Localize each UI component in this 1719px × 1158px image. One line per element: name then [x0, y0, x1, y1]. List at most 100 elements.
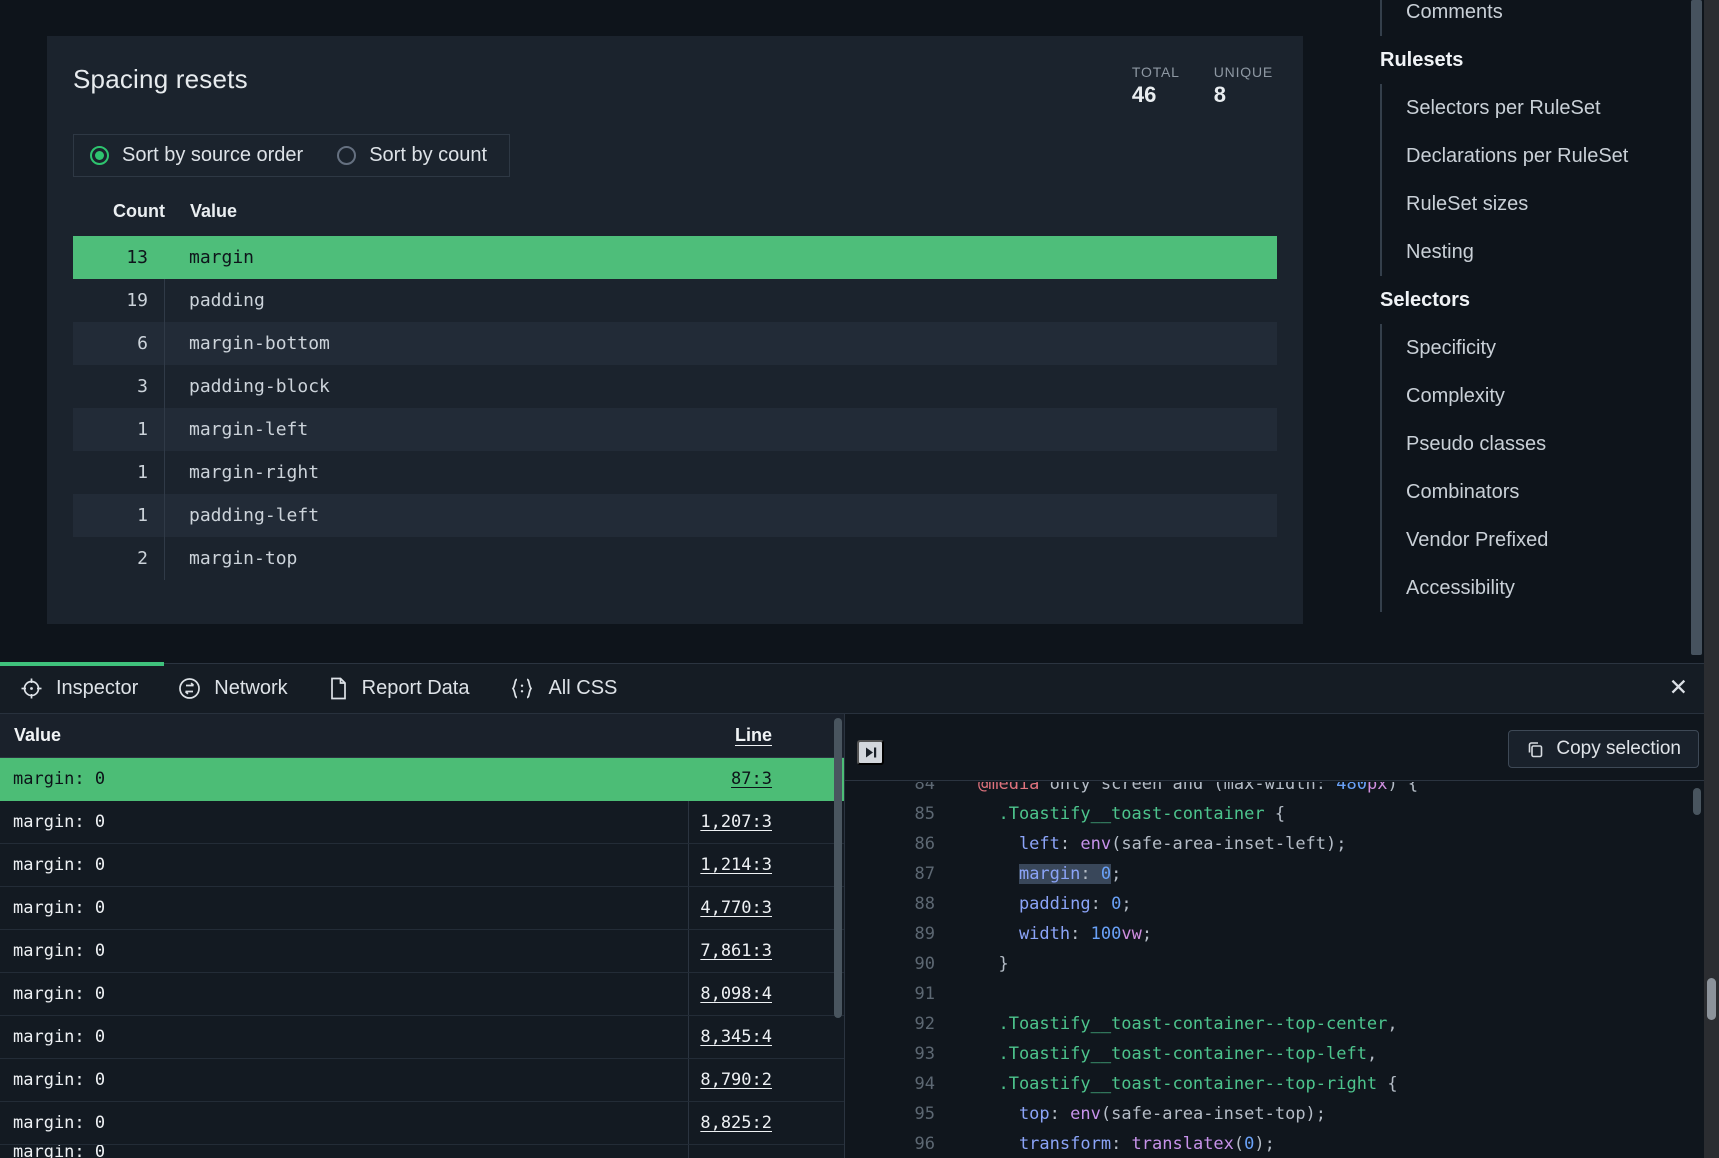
line-link[interactable]: 8,825:2 [700, 1113, 772, 1133]
declaration-row[interactable]: margin: 0 8,825:2 [0, 1102, 844, 1145]
declaration-row[interactable]: margin: 0 8,790:2 [0, 1059, 844, 1102]
declaration-line-cell: 8,790:2 [688, 1059, 844, 1101]
line-link[interactable]: 7,861:3 [700, 941, 772, 961]
network-icon [178, 677, 201, 700]
code-line-text: width: 100vw; [935, 924, 1152, 944]
line-link[interactable]: 8,790:2 [700, 1070, 772, 1090]
code-token: { [1265, 804, 1285, 824]
line-link[interactable]: 8,098:4 [700, 984, 772, 1004]
declaration-line-cell [688, 1145, 844, 1158]
table-row[interactable]: 2margin-top [73, 537, 1277, 580]
declaration-row[interactable]: margin: 08,098:4 [0, 973, 844, 1016]
row-count: 1 [73, 408, 165, 451]
sidebar-item-specificity[interactable]: Specificity [1382, 324, 1680, 372]
sort-option-count[interactable]: Sort by count [337, 144, 487, 167]
sort-option-source-order[interactable]: Sort by source order [90, 144, 303, 167]
code-area[interactable]: 84@media only screen and (max-width: 480… [845, 782, 1704, 1158]
page-scrollbar-thumb[interactable] [1707, 978, 1716, 1020]
page-scrollbar[interactable] [1704, 0, 1719, 1158]
code-token: 0 [1111, 894, 1121, 914]
table-row[interactable]: 1margin-right [73, 451, 1277, 494]
page-title: Spacing resets [73, 64, 248, 95]
radio-button-icon [90, 146, 109, 165]
declaration-list-body: margin: 087:3margin: 01,207:3margin: 01,… [0, 758, 844, 1158]
tab-report-data[interactable]: Report Data [328, 677, 470, 700]
code-line-number: 86 [845, 834, 935, 854]
declaration-row[interactable]: margin: 07,861:3 [0, 930, 844, 973]
collapse-pane-button[interactable] [857, 740, 884, 765]
code-token: , [1387, 1014, 1397, 1034]
declaration-value: margin: 0 [0, 1059, 688, 1101]
declaration-row[interactable]: margin: 01,214:3 [0, 844, 844, 887]
table-row[interactable]: 13margin [73, 236, 1277, 279]
expand-right-icon [863, 745, 878, 760]
sidebar-item-combinators[interactable]: Combinators [1382, 468, 1680, 516]
code-scrollbar-thumb[interactable] [1693, 788, 1701, 815]
sidebar-item-vendor-prefixed[interactable]: Vendor Prefixed [1382, 516, 1680, 564]
table-row[interactable]: 1margin-left [73, 408, 1277, 451]
line-link[interactable]: 8,345:4 [700, 1027, 772, 1047]
stat-total-label: TOTAL [1132, 64, 1180, 80]
declaration-row[interactable]: margin: 0 87:3 [0, 758, 844, 801]
stat-unique-label: UNIQUE [1214, 64, 1273, 80]
sidebar-item-declarations-per-ruleset[interactable]: Declarations per RuleSet [1382, 132, 1680, 180]
sidebar-item-comments[interactable]: Comments [1382, 0, 1680, 36]
declaration-line-cell: 7,861:3 [688, 930, 844, 972]
code-token: vw [1121, 924, 1141, 944]
sidebar-scrollbar-thumb[interactable] [1691, 0, 1702, 655]
table-row[interactable]: 3padding-block [73, 365, 1277, 408]
line-link[interactable]: 1,214:3 [700, 855, 772, 875]
sidebar-item-nesting[interactable]: Nesting [1382, 228, 1680, 276]
declaration-row[interactable]: margin: 01,207:3 [0, 801, 844, 844]
row-count: 2 [73, 537, 165, 580]
tab-inspector[interactable]: Inspector [20, 677, 138, 700]
copy-selection-button[interactable]: Copy selection [1508, 730, 1699, 768]
line-link[interactable]: 4,770:3 [700, 898, 772, 918]
table-row[interactable]: 19padding [73, 279, 1277, 322]
declaration-value: margin: 0 [0, 1102, 688, 1144]
spacing-table-body: 13margin19padding6margin-bottom3padding-… [47, 236, 1303, 580]
tab-all-css[interactable]: All CSS [509, 677, 617, 700]
line-header-sort-link[interactable]: Line [735, 725, 844, 746]
code-viewer-pane: Copy selection 84@media only screen and … [845, 714, 1704, 1158]
table-row[interactable]: 1padding-left [73, 494, 1277, 537]
code-token: ); [1254, 1134, 1274, 1154]
row-value: margin-right [165, 462, 319, 483]
code-line-number: 90 [845, 954, 935, 974]
spacing-table-header: Count Value [47, 201, 1303, 222]
code-token: .Toastify__toast-container--top-center [978, 1014, 1387, 1034]
sidebar-item-selectors-per-ruleset[interactable]: Selectors per RuleSet [1382, 84, 1680, 132]
sort-options-group: Sort by source order Sort by count [73, 134, 510, 177]
tab-network[interactable]: Network [178, 677, 287, 700]
declaration-value: margin: 0 [0, 758, 688, 800]
line-link[interactable]: 87:3 [731, 769, 772, 789]
declaration-list-scrollbar-thumb[interactable] [834, 718, 842, 1018]
code-line-number: 94 [845, 1074, 935, 1094]
sidebar-item-pseudo-classes[interactable]: Pseudo classes [1382, 420, 1680, 468]
code-line-text: } [935, 954, 1009, 974]
declaration-row[interactable]: margin: 04,770:3 [0, 887, 844, 930]
declaration-line-cell: 1,214:3 [688, 844, 844, 886]
line-link[interactable]: 1,207:3 [700, 812, 772, 832]
code-line-text: left: env(safe-area-inset-left); [935, 834, 1347, 854]
sidebar-item-ruleset-sizes[interactable]: RuleSet sizes [1382, 180, 1680, 228]
sidebar-item-accessibility[interactable]: Accessibility [1382, 564, 1680, 612]
code-line-text: top: env(safe-area-inset-top); [935, 1104, 1326, 1124]
table-row[interactable]: 6margin-bottom [73, 322, 1277, 365]
code-line-number: 87 [845, 864, 935, 884]
code-line: 84@media only screen and (max-width: 480… [845, 782, 1704, 799]
declaration-row[interactable]: margin: 0 [0, 1145, 844, 1158]
code-token [978, 864, 1019, 884]
code-line: 89 width: 100vw; [845, 919, 1704, 949]
declaration-row[interactable]: margin: 0 8,345:4 [0, 1016, 844, 1059]
code-line-number: 95 [845, 1104, 935, 1124]
code-line-number: 93 [845, 1044, 935, 1064]
code-token: env [1080, 834, 1111, 854]
code-line-number: 92 [845, 1014, 935, 1034]
sidebar-item-complexity[interactable]: Complexity [1382, 372, 1680, 420]
code-line-text: .Toastify__toast-container--top-center, [935, 1014, 1398, 1034]
declaration-value: margin: 0 [0, 1016, 688, 1058]
code-token: padding [978, 894, 1091, 914]
document-icon [328, 677, 349, 700]
close-icon[interactable]: ✕ [1669, 676, 1688, 699]
